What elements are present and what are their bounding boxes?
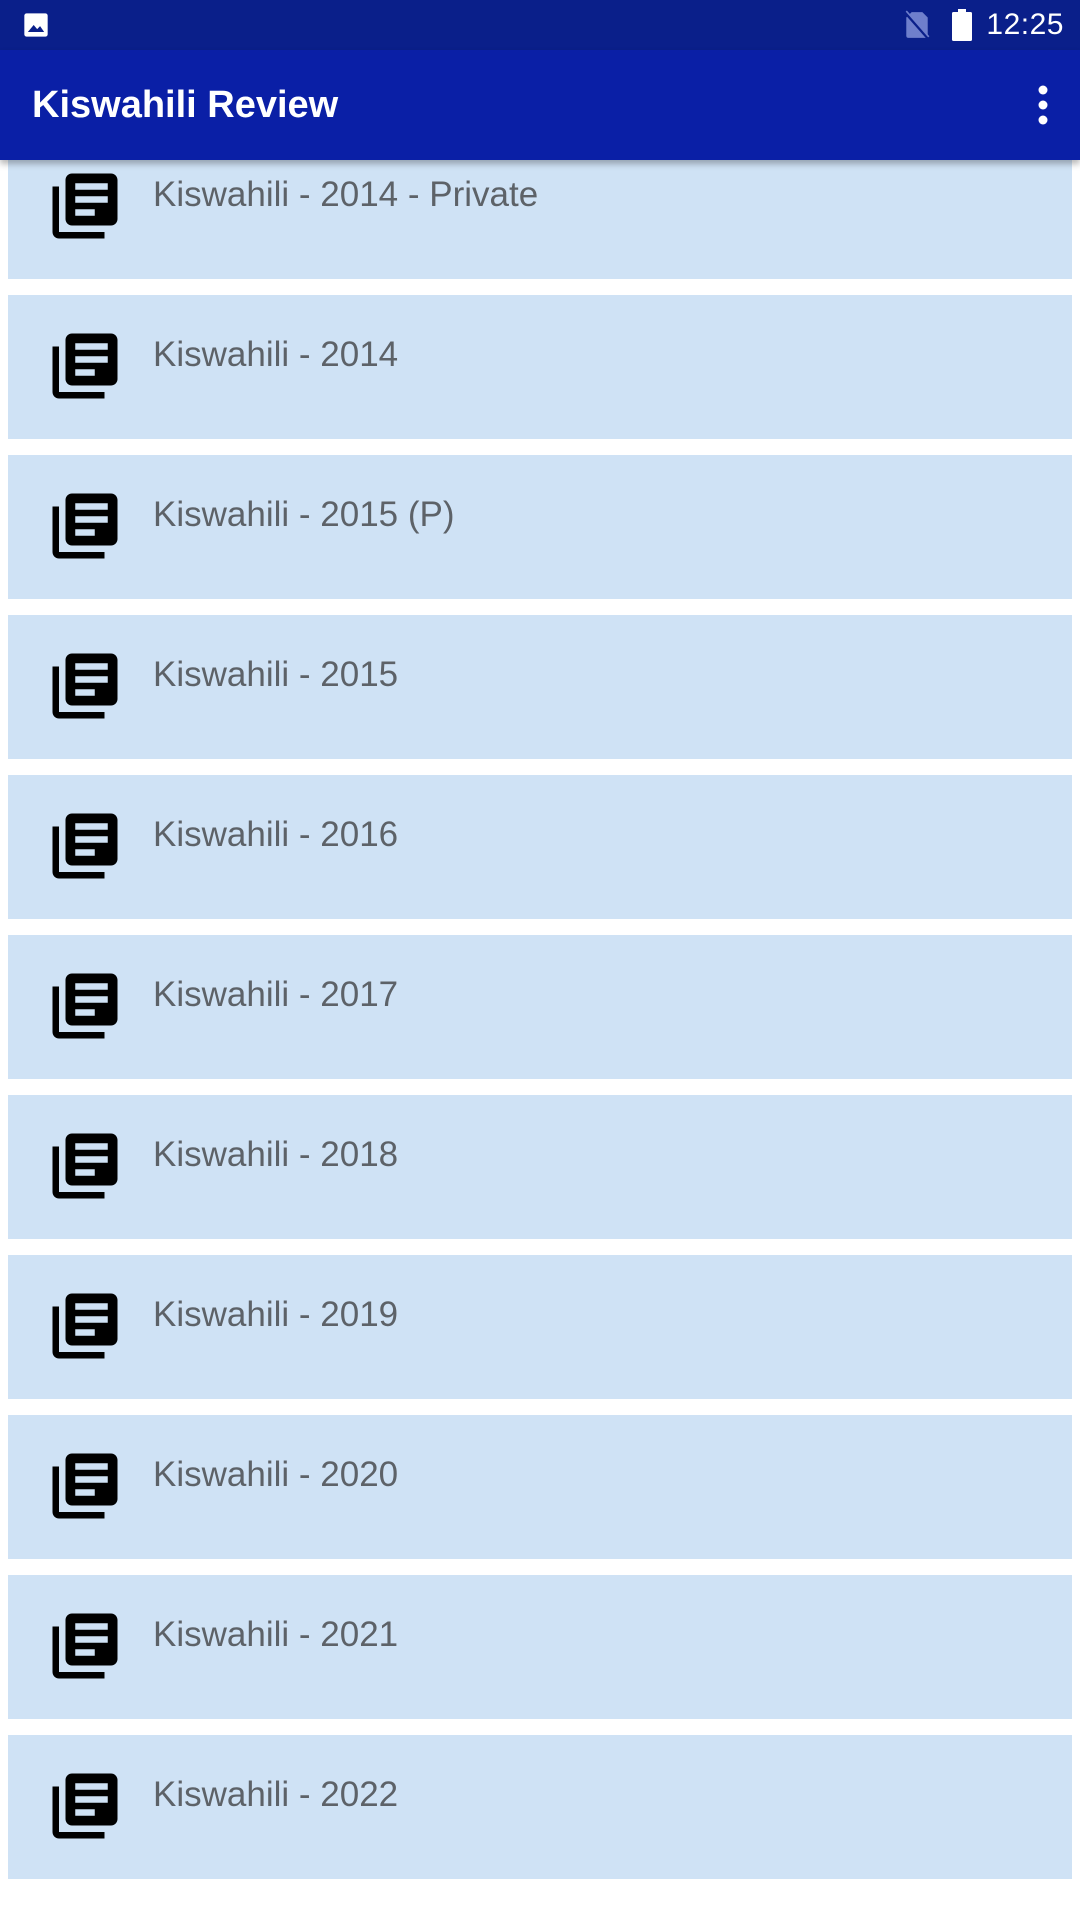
list-item[interactable]: Kiswahili - 2015	[8, 615, 1072, 759]
library-books-icon	[52, 813, 118, 879]
list-item[interactable]: Kiswahili - 2019	[8, 1255, 1072, 1399]
status-icons: 12:25	[904, 0, 1064, 50]
list-item-label: Kiswahili - 2021	[153, 1615, 399, 1654]
list-item[interactable]: Kiswahili - 2018	[8, 1095, 1072, 1239]
list-item-label: Kiswahili - 2015	[153, 655, 399, 694]
library-books-icon	[52, 333, 118, 399]
list-item-label: Kiswahili - 2020	[153, 1455, 399, 1494]
clock: 12:25	[986, 8, 1064, 41]
list-item-label: Kiswahili - 2015 (P)	[153, 495, 455, 534]
library-books-icon	[52, 173, 118, 239]
list-item-label: Kiswahili - 2014	[153, 335, 399, 374]
image-notification-icon	[24, 13, 48, 37]
list-item-label: Kiswahili - 2014 - Private	[153, 175, 539, 214]
list-item[interactable]: Kiswahili - 2016	[8, 775, 1072, 919]
app-bar: Kiswahili Review	[0, 50, 1080, 160]
no-sim-icon	[904, 10, 931, 40]
battery-icon	[952, 9, 973, 41]
library-books-icon	[52, 1453, 118, 1519]
list-item[interactable]: Kiswahili - 2017	[8, 935, 1072, 1079]
library-books-icon	[52, 1613, 118, 1679]
more-vertical-icon[interactable]	[1026, 78, 1060, 132]
list-item-label: Kiswahili - 2018	[153, 1135, 399, 1174]
list-item[interactable]: Kiswahili - 2014	[8, 295, 1072, 439]
library-books-icon	[52, 653, 118, 719]
list-item-label: Kiswahili - 2016	[153, 815, 399, 854]
library-books-icon	[52, 973, 118, 1039]
list-item[interactable]: Kiswahili - 2020	[8, 1415, 1072, 1559]
list-item[interactable]: Kiswahili - 2022	[8, 1735, 1072, 1879]
app-title: Kiswahili Review	[32, 84, 339, 126]
library-books-icon	[52, 493, 118, 559]
list-item[interactable]: Kiswahili - 2021	[8, 1575, 1072, 1719]
list-item-label: Kiswahili - 2019	[153, 1295, 399, 1334]
library-books-icon	[52, 1773, 118, 1839]
status-bar: 12:25	[0, 0, 1080, 50]
list-item[interactable]: Kiswahili - 2015 (P)	[8, 455, 1072, 599]
library-books-icon	[52, 1293, 118, 1359]
list-item-label: Kiswahili - 2022	[153, 1775, 399, 1814]
library-books-icon	[52, 1133, 118, 1199]
list-item-label: Kiswahili - 2017	[153, 975, 399, 1014]
